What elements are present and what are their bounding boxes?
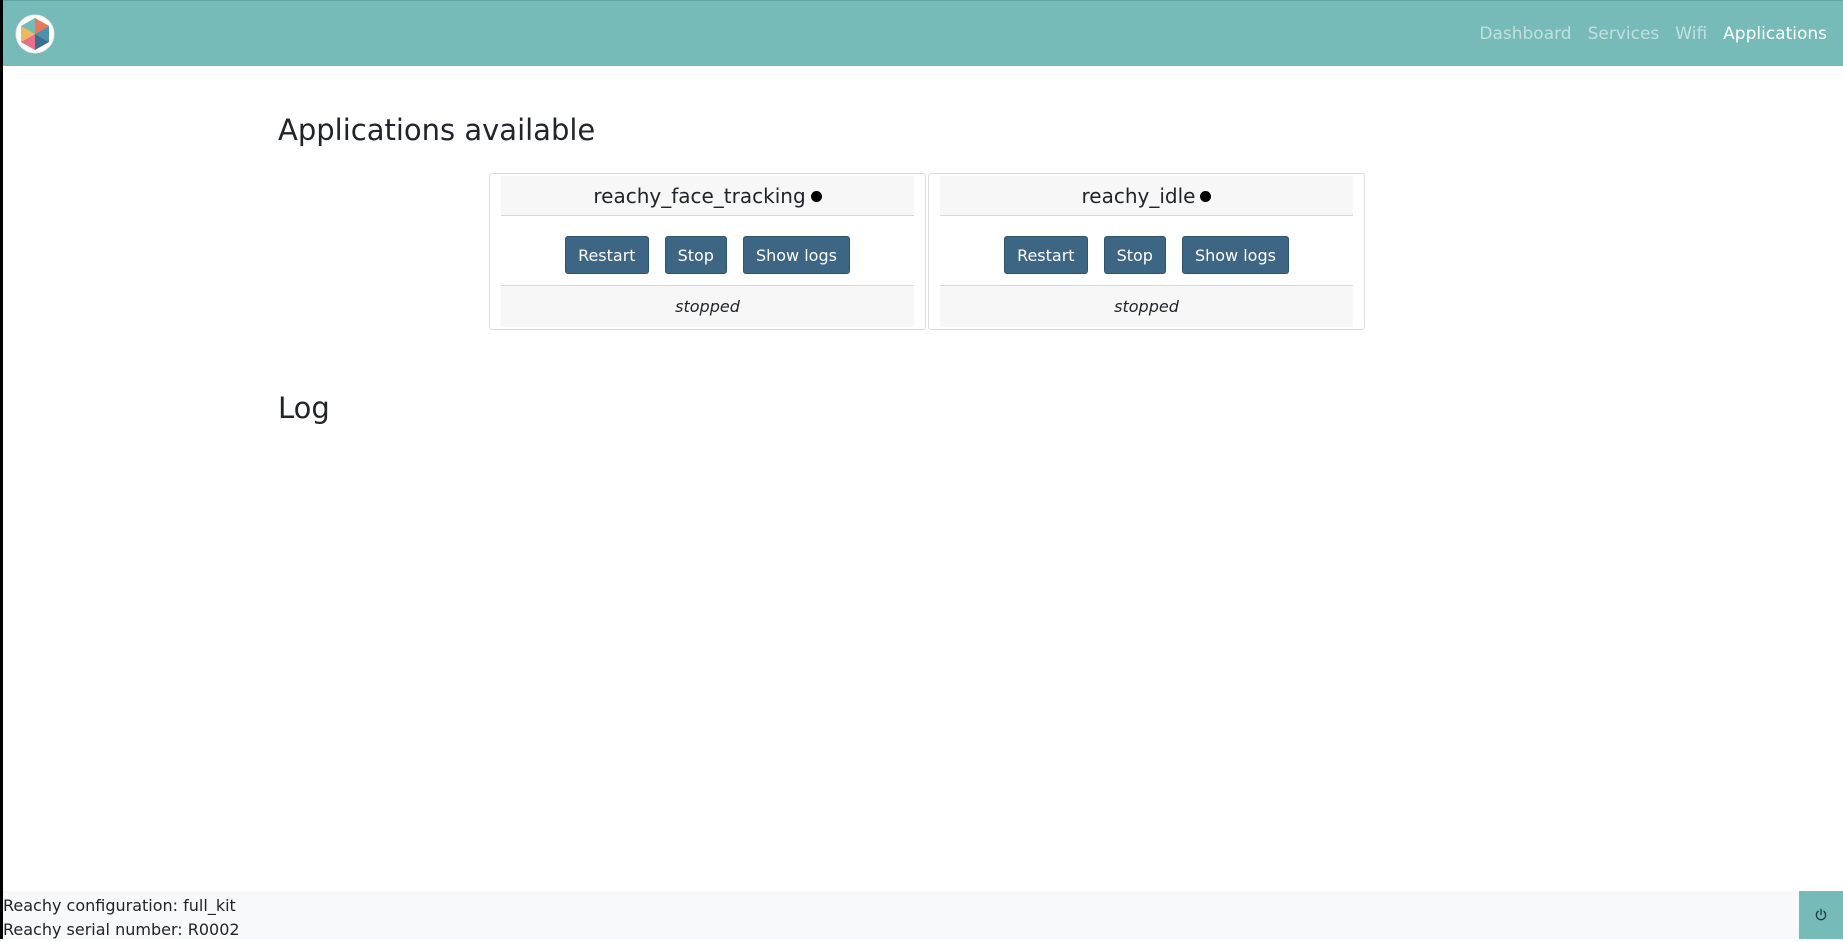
app-card-header: reachy_idle — [940, 176, 1353, 216]
nav-wifi[interactable]: Wifi — [1667, 24, 1715, 44]
restart-button[interactable]: Restart — [1004, 236, 1088, 274]
show-logs-button[interactable]: Show logs — [742, 236, 850, 274]
nav-applications[interactable]: Applications — [1715, 24, 1835, 44]
app-name: reachy_face_tracking — [593, 183, 806, 208]
stop-button[interactable]: Stop — [664, 236, 727, 274]
app-status: stopped — [940, 285, 1353, 327]
power-button[interactable] — [1799, 891, 1843, 939]
restart-button[interactable]: Restart — [565, 236, 649, 274]
show-logs-button[interactable]: Show logs — [1181, 236, 1289, 274]
nav-services[interactable]: Services — [1580, 24, 1668, 44]
app-name: reachy_idle — [1081, 183, 1196, 208]
app-card-face-tracking: reachy_face_tracking Restart Stop Show l… — [489, 173, 926, 330]
top-navbar: Dashboard Services Wifi Applications — [3, 0, 1843, 66]
power-icon — [1815, 908, 1827, 921]
applications-list: reachy_face_tracking Restart Stop Show l… — [489, 173, 1365, 330]
configuration-text: Reachy configuration: full_kit — [3, 896, 236, 915]
robot-info: Reachy configuration: full_kit Reachy se… — [3, 894, 240, 942]
status-dot-icon — [1200, 190, 1212, 202]
serial-number-text: Reachy serial number: R0002 — [3, 920, 240, 939]
page-title: Applications available — [278, 113, 596, 147]
app-status: stopped — [501, 285, 914, 327]
app-card-header: reachy_face_tracking — [501, 176, 914, 216]
footer-bar: Reachy configuration: full_kit Reachy se… — [3, 891, 1843, 939]
stop-button[interactable]: Stop — [1103, 236, 1166, 274]
app-card-actions: Restart Stop Show logs — [490, 236, 925, 274]
nav-dashboard[interactable]: Dashboard — [1471, 24, 1579, 44]
status-dot-icon — [810, 190, 822, 202]
reachy-logo-icon[interactable] — [15, 14, 55, 54]
app-card-idle: reachy_idle Restart Stop Show logs stopp… — [928, 173, 1365, 330]
log-title: Log — [278, 391, 330, 425]
app-card-actions: Restart Stop Show logs — [929, 236, 1364, 274]
